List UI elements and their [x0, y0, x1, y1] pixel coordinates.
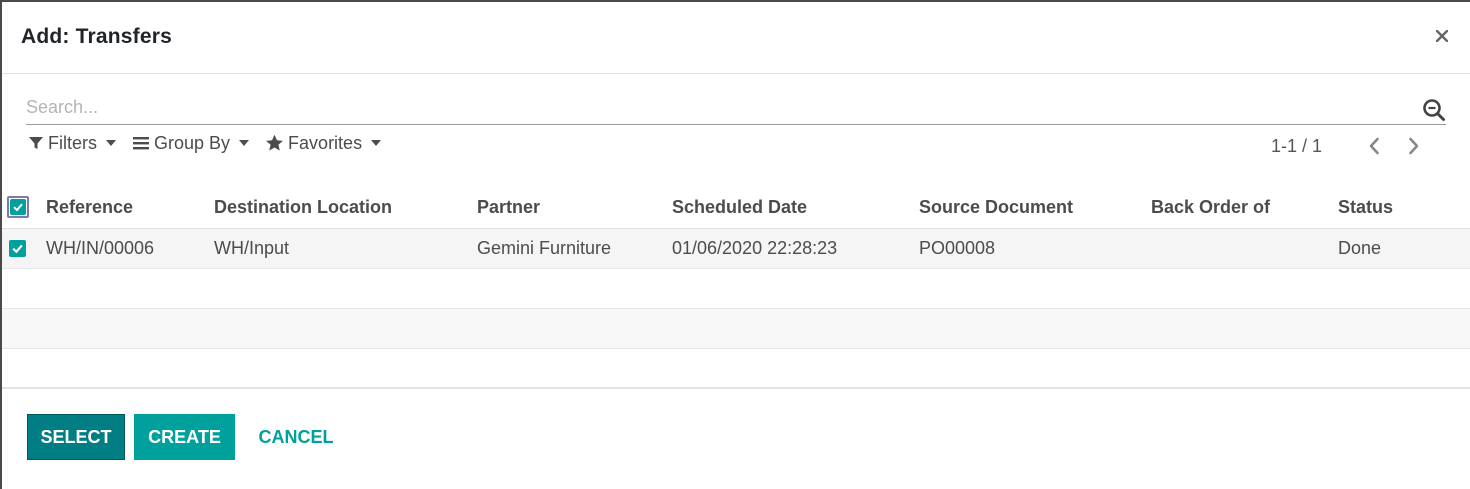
empty-row — [2, 348, 1470, 389]
row-checkbox[interactable] — [9, 240, 26, 258]
cancel-button[interactable]: Cancel — [246, 414, 346, 460]
empty-row — [2, 308, 1470, 349]
column-header-status[interactable]: Status — [1338, 187, 1470, 229]
cell-status[interactable]: Done — [1338, 228, 1470, 269]
select-all-checkbox[interactable] — [7, 196, 29, 219]
cell-source-document[interactable]: PO00008 — [919, 228, 1151, 269]
column-header-destination-location[interactable]: Destination Location — [214, 187, 477, 229]
table-header-row: Reference Destination Location Partner S… — [2, 187, 1470, 229]
cell-destination-location[interactable]: WH/Input — [214, 228, 477, 269]
chevron-left-icon — [1369, 137, 1379, 155]
check-icon — [12, 245, 23, 254]
dialog-title: Add: Transfers — [21, 25, 172, 48]
search-bar — [26, 92, 1446, 125]
search-input[interactable] — [26, 94, 1406, 120]
close-icon — [1436, 30, 1448, 42]
search-options-bar: Filters Group By Favorites — [28, 130, 397, 156]
add-transfers-dialog: Add: Transfers Filters Group By Favorite… — [2, 2, 1470, 489]
caret-down-icon — [239, 140, 250, 146]
cell-reference[interactable]: WH/IN/00006 — [46, 228, 214, 269]
filters-dropdown[interactable]: Filters — [28, 133, 116, 154]
transfers-table: Reference Destination Location Partner S… — [2, 187, 1470, 389]
favorites-label: Favorites — [288, 132, 363, 153]
column-header-reference[interactable]: Reference — [46, 187, 214, 229]
group-by-dropdown[interactable]: Group By — [132, 132, 250, 154]
select-button[interactable]: Select — [27, 414, 125, 460]
filter-icon — [29, 137, 43, 149]
empty-row — [2, 268, 1470, 309]
bars-icon — [133, 137, 149, 150]
column-header-source-document[interactable]: Source Document — [919, 187, 1151, 229]
select-all-cell — [2, 187, 46, 229]
column-header-partner[interactable]: Partner — [477, 187, 672, 229]
close-button[interactable] — [1430, 24, 1454, 48]
pager-previous-button[interactable] — [1362, 134, 1386, 158]
cell-partner[interactable]: Gemini Furniture — [477, 228, 672, 269]
create-button[interactable]: Create — [134, 414, 235, 460]
table-row[interactable]: WH/IN/00006 WH/Input Gemini Furniture 01… — [2, 228, 1470, 269]
row-select-cell — [2, 228, 46, 269]
pager-value[interactable]: 1-1 / 1 — [1271, 136, 1322, 157]
cell-back-order-of[interactable] — [1151, 228, 1338, 269]
pager-next-button[interactable] — [1402, 134, 1426, 158]
pager: 1-1 / 1 — [1271, 134, 1426, 158]
star-icon — [266, 134, 283, 151]
favorites-dropdown[interactable]: Favorites — [265, 132, 382, 154]
column-header-scheduled-date[interactable]: Scheduled Date — [672, 187, 919, 229]
group-by-label: Group By — [154, 132, 231, 153]
check-icon — [13, 203, 23, 212]
caret-down-icon — [106, 140, 116, 146]
search-icon[interactable] — [1422, 98, 1446, 122]
column-header-back-order-of[interactable]: Back Order of — [1151, 187, 1338, 229]
caret-down-icon — [371, 140, 382, 146]
cell-scheduled-date[interactable]: 01/06/2020 22:28:23 — [672, 228, 919, 269]
chevron-right-icon — [1409, 137, 1419, 155]
dialog-footer: Select Create Cancel — [2, 387, 1470, 489]
filters-label: Filters — [48, 132, 97, 153]
dialog-header: Add: Transfers — [2, 2, 1470, 74]
